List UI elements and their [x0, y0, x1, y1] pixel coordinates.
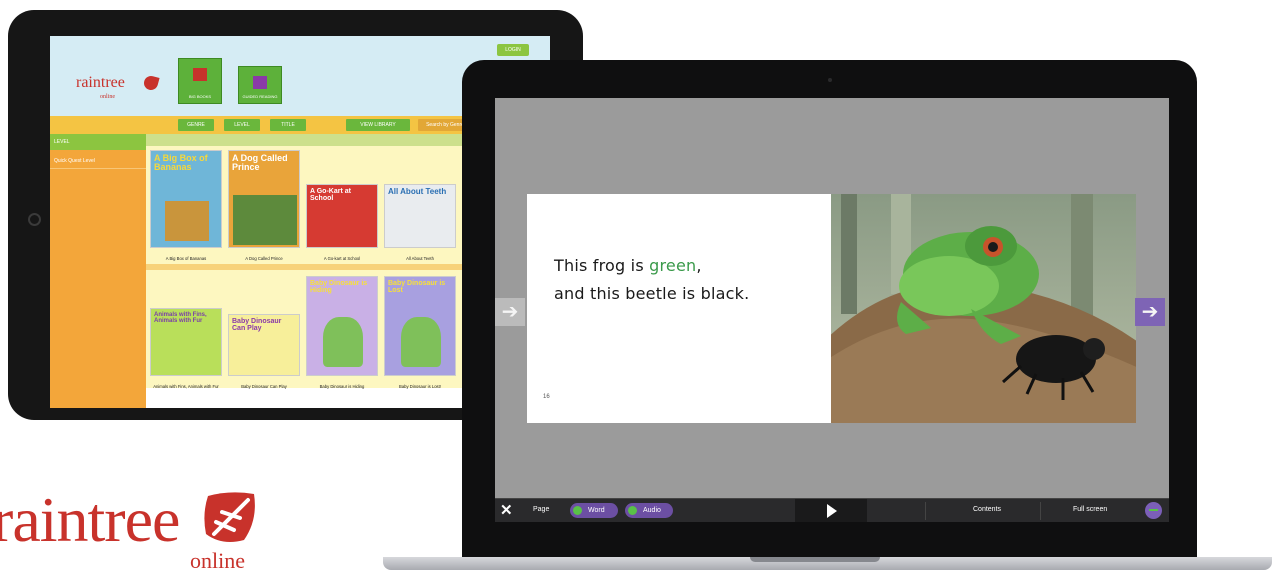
- dinosaur-illustration: [323, 317, 363, 367]
- arrow-left-icon: ➔: [501, 301, 519, 323]
- book-title: Baby Dinosaur is Hiding: [310, 280, 368, 294]
- box-illustration: [165, 201, 209, 241]
- book-title: Baby Dinosaur is Lost: [388, 280, 446, 294]
- raintree-leaf-icon: [204, 492, 255, 542]
- next-page-button[interactable]: ➔: [1135, 298, 1165, 326]
- audio-toggle-label: Audio: [643, 507, 661, 514]
- fullscreen-button[interactable]: Full screen: [1073, 506, 1107, 513]
- play-icon: [827, 504, 837, 518]
- camera-dot: [828, 78, 832, 82]
- filter-title-button[interactable]: TITLE: [270, 119, 306, 131]
- reading-line-1: This frog is green,: [554, 256, 702, 275]
- book-cover[interactable]: Baby Dinosaur is Hiding: [306, 276, 378, 376]
- arrow-right-icon: ➔: [1141, 301, 1159, 323]
- book-title: All About Teeth: [388, 187, 447, 196]
- book-caption: A Big Box of Bananas: [165, 256, 207, 261]
- text-run: ,: [696, 256, 702, 275]
- reading-line-2: and this beetle is black.: [554, 284, 750, 303]
- contents-button[interactable]: Contents: [973, 506, 1001, 513]
- text-run: This frog is: [554, 256, 650, 275]
- book-caption: Baby Dinosaur Can Play: [241, 384, 287, 389]
- page-toggle-label[interactable]: Page: [533, 506, 549, 513]
- book-cover[interactable]: All About Teeth: [384, 184, 456, 248]
- menu-icon[interactable]: [1145, 502, 1162, 519]
- book-cover[interactable]: A Go-Kart at School: [306, 184, 378, 248]
- sidebar-heading: LEVEL: [50, 134, 146, 150]
- toolbar-divider: [1040, 502, 1041, 520]
- filter-level-button[interactable]: LEVEL: [224, 119, 260, 131]
- book-cover[interactable]: A Big Box of Bananas: [150, 150, 222, 248]
- book-page-right: [831, 194, 1136, 423]
- reader-toolbar: ✕ Page Word Audio Contents Full screen: [495, 498, 1169, 522]
- toggle-knob: [628, 506, 637, 515]
- book-title: A Big Box of Bananas: [154, 153, 208, 172]
- books-icon: [193, 68, 207, 81]
- book-cover[interactable]: Baby Dinosaur is Lost: [384, 276, 456, 376]
- highlighted-word[interactable]: green: [649, 256, 696, 275]
- sidebar-item-quick-quest[interactable]: Quick Quest Level: [50, 158, 146, 169]
- laptop-notch: [750, 557, 880, 562]
- book-caption: A Go-kart at School: [323, 256, 361, 261]
- tab-label: GUIDED READING: [242, 94, 278, 99]
- previous-page-button[interactable]: ➔: [495, 298, 525, 326]
- word-toggle[interactable]: Word: [570, 503, 618, 518]
- close-icon[interactable]: ✕: [500, 502, 513, 519]
- reader-screen: This frog is green, and this beetle is b…: [495, 98, 1169, 522]
- book-caption: All About Teeth: [406, 256, 434, 261]
- book-title: A Dog Called Prince: [232, 153, 288, 172]
- book-caption: Baby Dinosaur is Lost!: [399, 384, 441, 389]
- filter-genre-button[interactable]: GENRE: [178, 119, 214, 131]
- book-caption: Animals with Fins, Animals with Fur: [153, 384, 219, 389]
- brand-logo-sub: online: [190, 548, 245, 573]
- raintree-logo: raintree: [76, 74, 125, 91]
- book-cover[interactable]: Baby Dinosaur Can Play: [228, 314, 300, 376]
- word-toggle-label: Word: [588, 507, 605, 514]
- login-button[interactable]: LOGIN: [497, 44, 529, 56]
- raintree-logo-sub: online: [100, 94, 115, 100]
- book-cover[interactable]: Animals with Fins, Animals with Fur: [150, 308, 222, 376]
- book-caption: A Dog Called Prince: [245, 256, 283, 261]
- toggle-knob: [573, 506, 582, 515]
- book-title: A Go-Kart at School: [310, 188, 351, 202]
- book-cover[interactable]: A Dog Called Prince: [228, 150, 300, 248]
- book-caption: Baby Dinosaur is Hiding: [319, 384, 365, 389]
- book-title: Baby Dinosaur Can Play: [232, 318, 282, 332]
- brand-logo-text: raintree: [0, 484, 180, 555]
- sidebar: LEVEL Quick Quest Level: [50, 134, 146, 408]
- frog-illustration: [831, 194, 1136, 423]
- dinosaur-illustration: [401, 317, 441, 367]
- play-button[interactable]: [795, 499, 867, 522]
- tab-label: BIG BOOKS: [188, 94, 212, 99]
- book-title: Animals with Fins, Animals with Fur: [154, 312, 207, 324]
- page-number: 16: [543, 394, 550, 400]
- dog-illustration: [233, 195, 297, 245]
- view-library-button[interactable]: VIEW LIBRARY: [346, 119, 410, 131]
- tablet-home-button: [28, 213, 41, 226]
- tab-guided-reading[interactable]: GUIDED READING: [238, 66, 282, 104]
- book-page-left: This frog is green, and this beetle is b…: [527, 194, 831, 423]
- audio-toggle[interactable]: Audio: [625, 503, 673, 518]
- books-icon: [253, 76, 267, 89]
- toolbar-divider: [925, 502, 926, 520]
- raintree-leaf-icon: [142, 74, 160, 92]
- tab-big-books[interactable]: BIG BOOKS: [178, 58, 222, 104]
